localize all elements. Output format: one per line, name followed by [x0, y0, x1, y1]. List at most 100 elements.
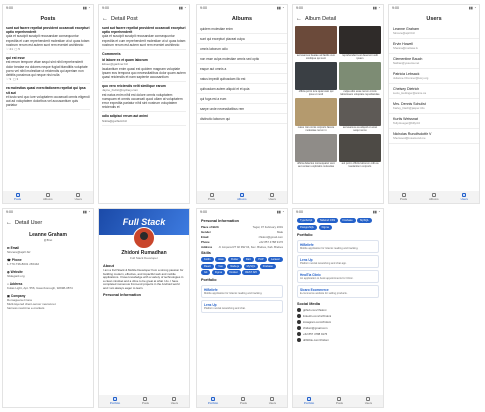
- user-item[interactable]: Mrs. Dennis Schulist Karley_Dach@jasper.i…: [389, 99, 479, 114]
- photo-caption: culpa odio esse rerum omnis laboriosam v…: [340, 90, 380, 96]
- album-item[interactable]: natus impedit quibusdam illo est: [197, 74, 287, 84]
- photo-item[interactable]: accusamus ea aliquid et amet sequi nemo: [339, 98, 381, 132]
- portfolio-card[interactable]: Sicaro Ecommerce E-commerce website for s…: [297, 284, 379, 298]
- portfolio-desc: Platform social networking and chat.: [204, 307, 246, 310]
- album-item[interactable]: sunt qui excepturi placeat culpa: [197, 34, 287, 44]
- status-bar: 9:00 ▮▮ ◔: [102, 6, 186, 10]
- nav-posts[interactable]: Posts: [336, 396, 343, 405]
- posts-icon: [241, 396, 246, 401]
- social-text: dribbble.com/zhidoni: [303, 337, 329, 342]
- social-text: +62 857 4788 9176: [303, 331, 328, 336]
- comment-item: odio adipisci rerum aut animi Nikita@gar…: [102, 112, 186, 126]
- post-card[interactable]: sunt aut facere repellat provident occae…: [6, 24, 90, 55]
- photo-thumbnail[interactable]: [295, 98, 337, 126]
- nav-albums[interactable]: Albums: [237, 192, 246, 201]
- portfolio-card[interactable]: HealTia Clinic An application to book app…: [297, 269, 379, 283]
- album-item[interactable]: qui fuga est a eum: [197, 94, 287, 104]
- nav-albums[interactable]: Albums: [429, 192, 438, 201]
- posts-icon: [209, 192, 214, 197]
- skill-chip: Flutter: [227, 257, 242, 262]
- photo-thumbnail[interactable]: [295, 26, 337, 54]
- photo-item[interactable]: officia delectus consequatur vero aut ve…: [295, 134, 337, 168]
- album-item[interactable]: non esse culpa molestiae omnis sed optio: [197, 54, 287, 64]
- bottom-nav: Posts Albums Users: [3, 191, 93, 203]
- social-icon: [297, 331, 301, 336]
- avatar: [133, 227, 155, 249]
- photo-thumbnail[interactable]: [339, 98, 381, 126]
- photo-item[interactable]: accusamus beatae ad facilis cum similiqu…: [295, 26, 337, 60]
- nav-portfolio[interactable]: Portfolio: [208, 396, 218, 405]
- user-item[interactable]: Leanne Graham Sincere@april.biz: [389, 24, 479, 39]
- photo-item[interactable]: reprehenderit est deserunt velit ipsam: [339, 26, 381, 60]
- post-body: quia et suscipit suscipit recusandae con…: [6, 34, 90, 47]
- post-card[interactable]: ea molestias quasi exercitationem repell…: [6, 84, 90, 111]
- album-item[interactable]: omnis laborum odio: [197, 44, 287, 54]
- portfolio-card[interactable]: Lens Up Platform social networking and ch…: [201, 300, 283, 313]
- nav-albums[interactable]: Albums: [43, 192, 52, 201]
- info-key: Phone: [201, 239, 210, 244]
- photo-caption: aut porro officiis laborum odit ea lauda…: [341, 162, 379, 168]
- social-link[interactable]: dribbble.com/zhidoni: [293, 337, 383, 343]
- albums-icon: [45, 192, 50, 197]
- user-item[interactable]: Patricia Lebsack Julianne.OConner@kory.or…: [389, 69, 479, 84]
- album-item[interactable]: quibusdam autem aliquid et et quia: [197, 84, 287, 94]
- photo-item[interactable]: natus nisi omnis corporis facere molesti…: [295, 98, 337, 132]
- nav-posts[interactable]: Posts: [14, 192, 21, 201]
- bottom-nav: Portfolio Posts Users: [293, 395, 383, 407]
- photo-thumbnail[interactable]: [339, 26, 381, 54]
- skill-chip: PHP: [255, 257, 267, 262]
- album-item[interactable]: quidem molestiae enim: [197, 24, 287, 34]
- nav-portfolio[interactable]: Portfolio: [110, 396, 120, 405]
- post-card[interactable]: qui est esse est rerum tempore vitae seq…: [6, 54, 90, 85]
- users-icon: [462, 192, 467, 197]
- album-item[interactable]: eaque aut omnis a: [197, 64, 287, 74]
- user-item[interactable]: Kurtis Weissnat Telly.Hoeger@billy.biz: [389, 114, 479, 129]
- photo-caption: officia porro iure quia iusto qui ipsa u…: [298, 90, 334, 96]
- nav-posts[interactable]: Posts: [400, 192, 407, 201]
- back-arrow-icon[interactable]: ←: [102, 16, 108, 22]
- album-item[interactable]: saepe unde necessitatibus rem: [197, 104, 287, 114]
- nav-posts[interactable]: Posts: [142, 396, 149, 405]
- user-email: Sincere@april.biz: [393, 31, 415, 35]
- page-title: Detail User: [15, 219, 43, 226]
- nav-posts[interactable]: Posts: [240, 396, 247, 405]
- user-item[interactable]: Nicholas Runolfsdottir V Sherwood@rosamon…: [389, 129, 479, 144]
- photo-thumbnail[interactable]: [295, 62, 337, 90]
- screen-album-photos: 9:00 ▮▮ ◔ ← Album Detail accusamus beatae …: [292, 4, 384, 204]
- nav-users[interactable]: Users: [269, 396, 276, 405]
- user-item[interactable]: Clementine Bauch Nathan@yesenia.net: [389, 54, 479, 69]
- user-item[interactable]: Chelsey Dietrich Lucio_Hettinger@annie.ca: [389, 84, 479, 99]
- nav-posts[interactable]: Posts: [208, 192, 215, 201]
- portfolio-card[interactable]: HiBeliefe Mobile application for Islamic …: [201, 285, 283, 298]
- skill-chip: Kotlin: [201, 257, 214, 262]
- app-bar: ← Detail User: [3, 217, 93, 228]
- posts-icon: [143, 396, 148, 401]
- address-value: Kulas Light, Apt. 556, Gwenborough, 9299…: [7, 286, 73, 290]
- user-item[interactable]: Ervin Howell Shanna@melissa.tv: [389, 39, 479, 54]
- portfolio-list: HiBeliefe Mobile application for Islamic …: [293, 239, 383, 298]
- nav-users[interactable]: Users: [269, 192, 276, 201]
- album-item[interactable]: distinctio laborum qui: [197, 114, 287, 124]
- photo-item[interactable]: aut porro officiis laborum odit ea lauda…: [339, 134, 381, 168]
- nav-users[interactable]: Users: [171, 396, 178, 405]
- portfolio-card[interactable]: HiBeliefe Mobile application for Islamic …: [297, 239, 379, 253]
- nav-users[interactable]: Users: [461, 192, 468, 201]
- page-title: Posts: [40, 15, 56, 22]
- photo-grid: accusamus beatae ad facilis cum similiqu…: [293, 24, 383, 170]
- back-arrow-icon[interactable]: ←: [6, 220, 12, 226]
- portfolio-card[interactable]: Lens Up Platform social networking and ch…: [297, 254, 379, 268]
- photo-item[interactable]: culpa odio esse rerum omnis laboriosam v…: [339, 62, 381, 96]
- skill-chip: Docker: [226, 270, 241, 275]
- nav-portfolio[interactable]: Portfolio: [304, 396, 314, 405]
- photo-item[interactable]: officia porro iure quia iusto qui ipsa u…: [295, 62, 337, 96]
- bottom-nav: Portfolio Posts Users: [99, 395, 189, 407]
- back-arrow-icon[interactable]: ←: [296, 16, 302, 22]
- photo-thumbnail[interactable]: [339, 134, 381, 162]
- portfolio-desc: Mobile application for Islamic reading a…: [204, 292, 263, 295]
- photo-thumbnail[interactable]: [295, 134, 337, 162]
- nav-users[interactable]: Users: [75, 192, 82, 201]
- skill-chip: Figma: [211, 270, 226, 275]
- photo-thumbnail[interactable]: [339, 62, 381, 90]
- nav-users[interactable]: Users: [365, 396, 372, 405]
- social-icon: [297, 319, 301, 324]
